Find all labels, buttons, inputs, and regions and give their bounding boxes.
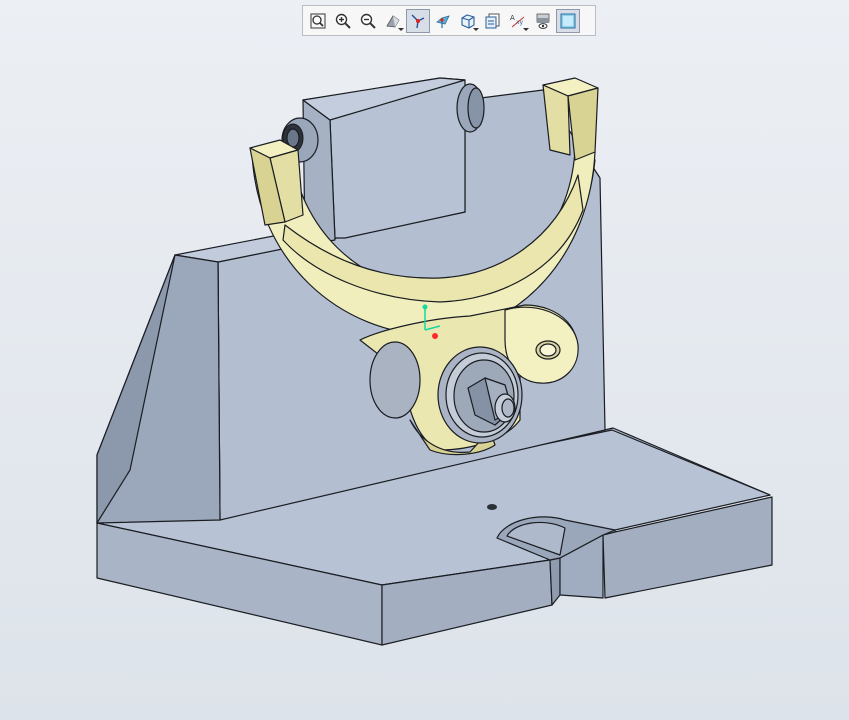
datum-points-button[interactable]	[431, 9, 455, 33]
zoom-in-button[interactable]	[331, 9, 355, 33]
annotation-display-button[interactable]: Axy	[506, 9, 530, 33]
chevron-down-icon	[473, 27, 479, 31]
display-style-button[interactable]	[381, 9, 405, 33]
zoom-fit-button[interactable]	[306, 9, 330, 33]
saved-views-button[interactable]	[456, 9, 480, 33]
zoom-out-icon	[360, 13, 376, 29]
svg-text:A: A	[510, 14, 515, 22]
zoom-fit-icon	[310, 12, 326, 29]
chevron-down-icon	[523, 27, 529, 31]
shaded-display-icon	[560, 13, 576, 28]
layer-display-button[interactable]	[531, 9, 555, 33]
shaded-display-button[interactable]	[556, 8, 580, 33]
zoom-in-icon	[335, 13, 351, 29]
model-viewport[interactable]: Axy	[0, 0, 849, 720]
gusset-rib[interactable]	[96, 254, 221, 524]
view-manager-icon	[485, 13, 500, 28]
datum-points-icon	[436, 14, 450, 28]
layer-display-icon	[536, 13, 550, 29]
zoom-out-button[interactable]	[356, 9, 380, 33]
bolt-assembly[interactable]	[437, 346, 523, 444]
chevron-down-icon	[398, 27, 404, 31]
view-manager-button[interactable]	[481, 9, 505, 33]
datum-axes-icon	[411, 14, 425, 28]
datum-axes-button[interactable]	[406, 8, 430, 33]
fixture-assembly-model[interactable]	[0, 0, 849, 720]
view-toolbar: Axy	[302, 5, 596, 36]
